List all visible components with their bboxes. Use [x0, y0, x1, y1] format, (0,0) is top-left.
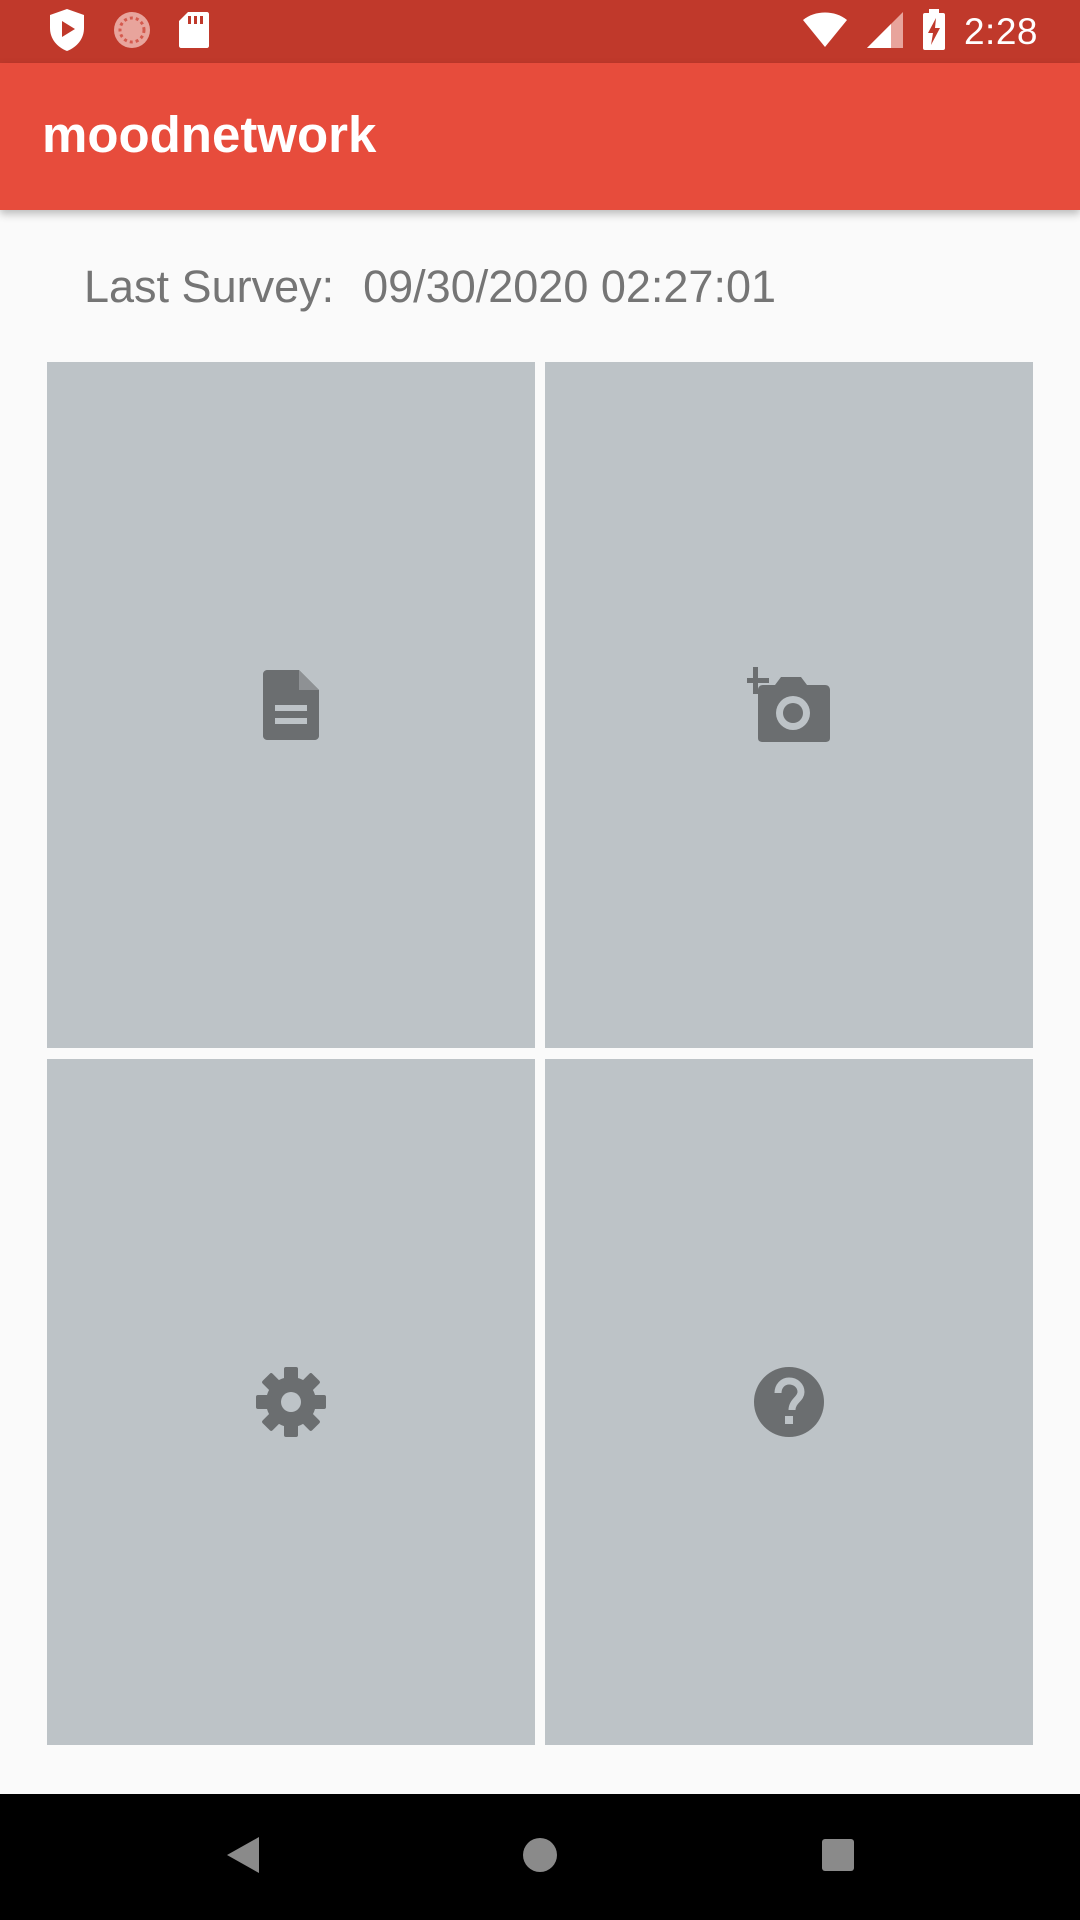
status-time: 2:28 — [963, 11, 1038, 52]
settings-icon — [255, 1366, 327, 1438]
status-bar: 2:28 — [0, 0, 1080, 63]
home-button[interactable] — [510, 1827, 570, 1887]
last-survey-value: 09/30/2020 02:27:01 — [363, 261, 777, 312]
back-icon — [223, 1835, 263, 1880]
last-survey-label: Last Survey: — [84, 261, 335, 312]
recents-button[interactable] — [808, 1827, 868, 1887]
signal-icon — [866, 11, 904, 54]
status-right-icons: 2:28 — [802, 8, 1038, 56]
survey-tile[interactable] — [47, 362, 535, 1048]
home-icon — [520, 1835, 560, 1880]
help-tile[interactable] — [545, 1059, 1033, 1745]
sd-card-icon — [178, 11, 210, 54]
add-photo-icon — [747, 667, 831, 743]
app-bar: moodnetwork — [0, 63, 1080, 210]
navigation-bar — [0, 1794, 1080, 1920]
app-title: moodnetwork — [42, 106, 377, 163]
battery-charging-icon — [922, 8, 946, 56]
sync-circle-icon — [112, 10, 152, 55]
photo-tile[interactable] — [545, 362, 1033, 1048]
help-icon — [753, 1366, 825, 1438]
recents-icon — [818, 1835, 858, 1880]
shield-play-icon — [48, 8, 86, 57]
last-survey-row: Last Survey: 09/30/2020 02:27:01 — [84, 258, 776, 316]
status-left-icons — [48, 8, 210, 57]
settings-tile[interactable] — [47, 1059, 535, 1745]
document-icon — [262, 669, 320, 741]
wifi-icon — [802, 11, 848, 54]
back-button[interactable] — [213, 1827, 273, 1887]
